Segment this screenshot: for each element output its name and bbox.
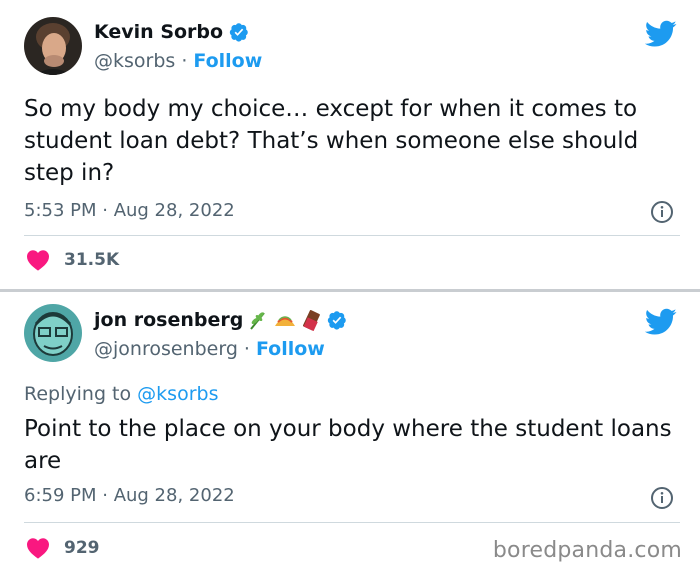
timestamp[interactable]: 6:59 PM · Aug 28, 2022 bbox=[24, 485, 235, 506]
handle-row: @jonrosenberg · Follow bbox=[94, 338, 325, 360]
herb-emoji-icon bbox=[250, 312, 266, 330]
taco-emoji-icon bbox=[275, 316, 296, 326]
info-icon[interactable] bbox=[650, 486, 674, 510]
replying-mention-link[interactable]: @ksorbs bbox=[137, 383, 218, 405]
name-emojis bbox=[247, 309, 321, 331]
follow-button[interactable]: Follow bbox=[256, 338, 325, 360]
tweet-card-2: jon rosenberg @jonrosenberg · Follow Rep… bbox=[0, 0, 700, 576]
chocolate-bar-emoji-icon bbox=[303, 310, 321, 331]
replying-to: Replying to @ksorbs bbox=[24, 383, 218, 405]
verified-badge-icon bbox=[328, 311, 347, 330]
like-count: 929 bbox=[64, 538, 100, 558]
avatar[interactable] bbox=[24, 304, 82, 362]
heart-icon bbox=[27, 538, 49, 559]
watermark: boredpanda.com bbox=[492, 538, 682, 563]
like-button[interactable]: 929 bbox=[26, 537, 100, 559]
display-name[interactable]: jon rosenberg bbox=[94, 309, 243, 331]
replying-prefix: Replying to bbox=[24, 383, 132, 405]
author-row: jon rosenberg bbox=[94, 309, 347, 331]
handle-separator: · bbox=[243, 338, 250, 360]
handle[interactable]: @jonrosenberg bbox=[94, 338, 238, 360]
twitter-bird-icon[interactable] bbox=[645, 308, 677, 336]
divider bbox=[24, 522, 680, 523]
tweet-text: Point to the place on your body where th… bbox=[24, 416, 672, 474]
